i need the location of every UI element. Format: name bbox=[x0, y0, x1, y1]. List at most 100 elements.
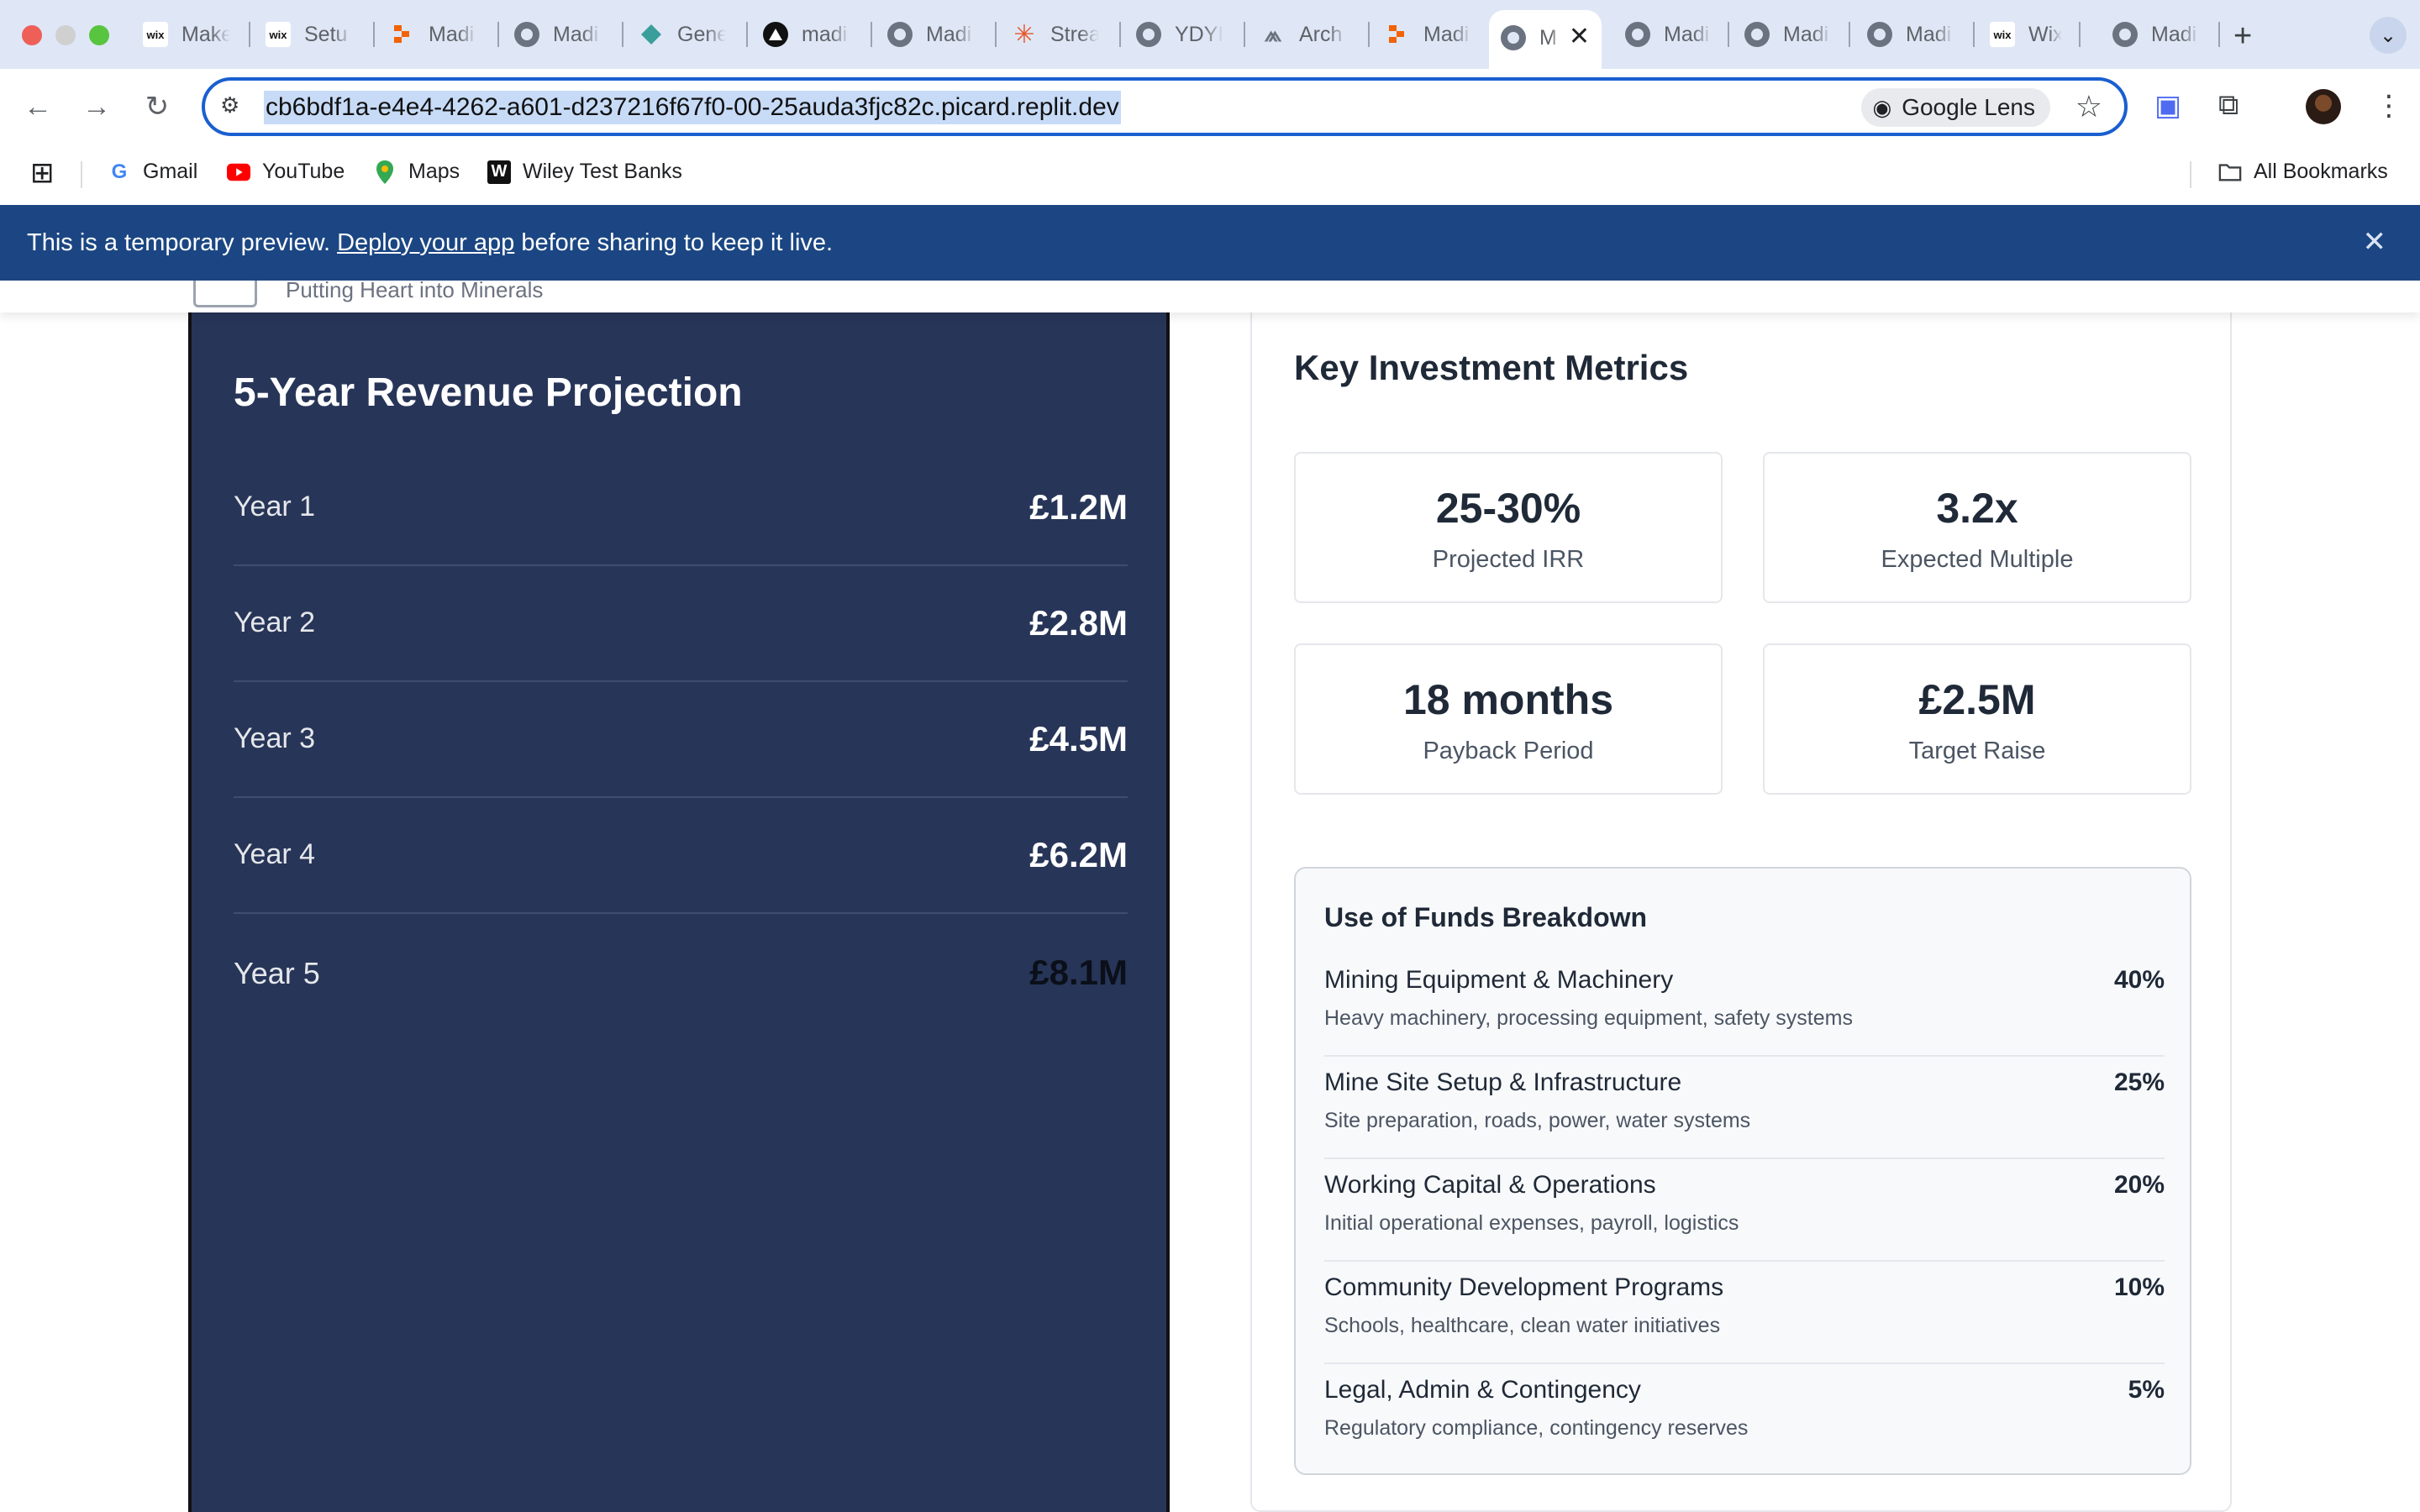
wix-icon: wix bbox=[143, 22, 168, 47]
revenue-year-value: £4.5M bbox=[1029, 719, 1128, 759]
fund-description: Initial operational expenses, payroll, l… bbox=[1324, 1211, 1739, 1235]
investment-metrics-card: Key Investment Metrics 25-30% Projected … bbox=[1250, 281, 2232, 1512]
tab-search-chevron-icon[interactable]: ⌄ bbox=[2370, 17, 2407, 54]
tab-title: Madi bbox=[1664, 22, 1710, 46]
puzzle-extensions-icon[interactable]: ⧉ bbox=[2218, 89, 2238, 122]
google-lens-button[interactable]: ◉ Google Lens bbox=[1860, 88, 2050, 127]
revenue-year-value: £6.2M bbox=[1029, 835, 1128, 874]
close-window-button[interactable] bbox=[22, 25, 42, 45]
youtube-icon bbox=[227, 160, 250, 184]
metric-multiple: 3.2x Expected Multiple bbox=[1763, 452, 2191, 603]
tab-divider bbox=[1119, 22, 1121, 47]
reload-icon[interactable]: ↻ bbox=[138, 87, 176, 126]
metric-value: £2.5M bbox=[1918, 676, 2036, 723]
fund-row: Mine Site Setup & Infrastructure Site pr… bbox=[1324, 1057, 2165, 1159]
all-bookmarks-button[interactable]: All Bookmarks bbox=[2218, 160, 2388, 184]
browser-tab[interactable]: Gene bbox=[627, 13, 726, 55]
browser-tab-active[interactable]: M ✕ bbox=[1489, 10, 1602, 69]
maximize-window-button[interactable] bbox=[89, 25, 109, 45]
revenue-year-label: Year 4 bbox=[234, 838, 316, 870]
browser-tab[interactable]: Madi bbox=[502, 13, 602, 55]
close-tab-icon[interactable]: ✕ bbox=[1569, 22, 1590, 51]
tab-title: Arch bbox=[1299, 22, 1343, 46]
revenue-projection-card: 5-Year Revenue Projection Year 1 £1.2M Y… bbox=[188, 306, 1170, 1512]
site-settings-icon[interactable]: ⚙ bbox=[220, 92, 249, 121]
tab-divider bbox=[1849, 22, 1850, 47]
bookmark-gmail[interactable]: G Gmail bbox=[108, 160, 198, 184]
globe-icon bbox=[1744, 22, 1770, 47]
new-tab-icon[interactable]: + bbox=[2233, 18, 2252, 55]
bookmarks-divider bbox=[81, 161, 82, 188]
tab-title: Madi bbox=[1423, 22, 1470, 46]
browser-tab[interactable]: wix Make bbox=[131, 13, 230, 55]
site-logo[interactable] bbox=[193, 281, 257, 307]
more-menu-icon[interactable]: ⋮ bbox=[2375, 89, 2403, 123]
browser-tab[interactable]: wix Setu bbox=[254, 13, 353, 55]
browser-tab[interactable]: madi bbox=[751, 13, 850, 55]
browser-tab[interactable]: Madi bbox=[1613, 13, 1712, 55]
bookmark-label: Maps bbox=[408, 160, 460, 183]
revenue-row: Year 4 £6.2M bbox=[234, 798, 1128, 914]
fund-percentage: 40% bbox=[2113, 966, 2165, 994]
browser-tab[interactable]: Madi bbox=[378, 13, 477, 55]
forward-arrow-icon[interactable]: → bbox=[77, 87, 116, 126]
browser-tab[interactable]: Madi bbox=[1733, 13, 1832, 55]
tab-title: Strea bbox=[1050, 22, 1099, 46]
fund-description: Site preparation, roads, power, water sy… bbox=[1324, 1109, 1751, 1132]
bookmark-star-icon[interactable]: ☆ bbox=[2075, 89, 2102, 124]
revenue-row: Year 3 £4.5M bbox=[234, 682, 1128, 798]
tab-title: Madi bbox=[1906, 22, 1952, 46]
revenue-year-value: £2.8M bbox=[1029, 603, 1128, 643]
camera-icon: ◉ bbox=[1872, 94, 1892, 120]
revenue-year-label: Year 5 bbox=[234, 956, 320, 990]
apps-grid-icon[interactable]: ⊞ bbox=[30, 156, 55, 190]
revenue-title: 5-Year Revenue Projection bbox=[234, 370, 743, 415]
browser-tab[interactable]: Madi bbox=[1855, 13, 1954, 55]
revenue-year-value: £8.1M bbox=[1029, 953, 1128, 992]
tab-divider bbox=[746, 22, 748, 47]
bookmark-maps[interactable]: Maps bbox=[373, 160, 460, 184]
address-bar[interactable]: ⚙ cb6bdf1a-e4e4-4262-a601-d237216f67f0-0… bbox=[202, 77, 2128, 136]
browser-tab[interactable]: YDYI bbox=[1124, 13, 1223, 55]
tab-title: Madi bbox=[926, 22, 972, 46]
tab-title: M bbox=[1539, 25, 1557, 50]
profile-avatar[interactable] bbox=[2306, 89, 2341, 124]
back-arrow-icon[interactable]: ← bbox=[18, 87, 57, 126]
revenue-row: Year 5 £8.1M bbox=[234, 916, 1128, 1032]
bookmark-label: YouTube bbox=[262, 160, 345, 183]
google-lens-label: Google Lens bbox=[1902, 94, 2035, 120]
browser-tab[interactable]: ⩕ Arch bbox=[1249, 13, 1348, 55]
revenue-row: Year 1 £1.2M bbox=[234, 450, 1128, 566]
bookmark-wiley[interactable]: W Wiley Test Banks bbox=[487, 160, 682, 184]
browser-tab[interactable]: wix Wix bbox=[1978, 13, 2062, 55]
browser-tab[interactable]: ✳ Strea bbox=[1000, 13, 1099, 55]
maps-pin-icon bbox=[373, 160, 397, 184]
metric-target-raise: £2.5M Target Raise bbox=[1763, 643, 2191, 795]
extension-logo-icon[interactable]: ▣ bbox=[2154, 89, 2181, 123]
funds-title: Use of Funds Breakdown bbox=[1324, 902, 1648, 932]
tab-title: Madi bbox=[553, 22, 599, 46]
tab-divider bbox=[1368, 22, 1370, 47]
browser-tab[interactable]: Madi bbox=[1373, 13, 1472, 55]
deploy-app-link[interactable]: Deploy your app bbox=[337, 229, 514, 257]
bookmark-youtube[interactable]: YouTube bbox=[227, 160, 345, 184]
globe-icon bbox=[514, 22, 539, 47]
tab-divider bbox=[1973, 22, 1975, 47]
revenue-year-label: Year 1 bbox=[234, 491, 316, 522]
metric-payback: 18 months Payback Period bbox=[1294, 643, 1723, 795]
starburst-icon: ✳ bbox=[1013, 20, 1035, 49]
browser-tab[interactable]: Madi bbox=[876, 13, 975, 55]
globe-icon bbox=[1867, 22, 1892, 47]
globe-icon bbox=[887, 22, 913, 47]
replit-icon bbox=[390, 22, 415, 47]
minimize-window-button[interactable] bbox=[55, 25, 76, 45]
tab-title: Gene bbox=[677, 22, 726, 46]
fund-name: Community Development Programs bbox=[1324, 1273, 1724, 1301]
close-icon[interactable]: ✕ bbox=[2363, 225, 2387, 259]
url-text[interactable]: cb6bdf1a-e4e4-4262-a601-d237216f67f0-00-… bbox=[264, 91, 1121, 124]
metric-value: 18 months bbox=[1402, 676, 1614, 723]
tab-title: Madi bbox=[2151, 22, 2197, 46]
site-tagline: Putting Heart into Minerals bbox=[286, 281, 544, 302]
bookmark-label: Wiley Test Banks bbox=[523, 160, 682, 183]
browser-tab[interactable]: Madi bbox=[2101, 13, 2200, 55]
